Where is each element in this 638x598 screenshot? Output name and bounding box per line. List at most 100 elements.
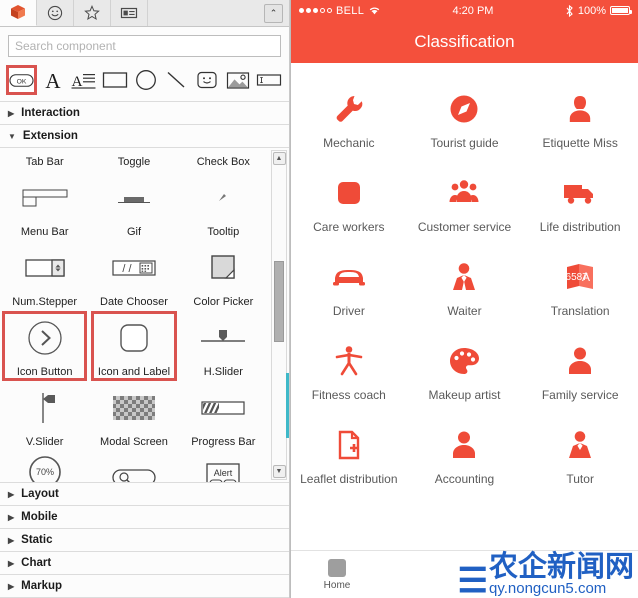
service-label: Leaflet distribution: [300, 472, 398, 486]
service-label: Tutor: [566, 472, 594, 486]
navigation-bar: Classification: [291, 21, 638, 63]
component-tab-bar[interactable]: Tab Bar: [0, 148, 89, 170]
service-waiter[interactable]: Waiter: [407, 245, 523, 329]
search-box-icon: [89, 450, 178, 482]
battery-percent-label: 100%: [577, 4, 606, 17]
svg-text:OK: OK: [17, 78, 27, 85]
component-progress-bar[interactable]: Progress Bar: [179, 380, 268, 450]
carrier-label: BELL: [336, 4, 365, 17]
section-extension[interactable]: ▼ Extension: [0, 125, 289, 148]
chevron-right-icon: ▶: [8, 581, 15, 591]
service-label: Life distribution: [539, 220, 621, 234]
section-mobile[interactable]: ▶ Mobile: [0, 506, 289, 529]
component-label: Tooltip: [207, 226, 240, 238]
component-gif[interactable]: Gif: [89, 170, 178, 240]
star-icon: [84, 4, 100, 20]
service-accounting[interactable]: Accounting: [407, 413, 523, 497]
tab-components[interactable]: [0, 0, 37, 26]
service-tourist-guide[interactable]: Tourist guide: [407, 77, 523, 161]
tab-templates[interactable]: [111, 0, 148, 26]
section-label: Chart: [21, 557, 52, 569]
component-icon-and-label[interactable]: Icon and Label: [89, 310, 178, 381]
service-label: Waiter: [447, 304, 482, 318]
primitive-label[interactable]: A: [39, 65, 68, 95]
service-care-workers[interactable]: Care workers: [291, 161, 407, 245]
component-v-slider[interactable]: V.Slider: [0, 380, 89, 450]
component-label: Num.Stepper: [12, 296, 78, 308]
tab-favorites[interactable]: [74, 0, 111, 26]
section-label: Interaction: [21, 107, 80, 119]
service-customer-service[interactable]: Customer service: [407, 161, 523, 245]
panel-resize-accent[interactable]: [286, 373, 289, 438]
watermark: ☰ 农企新闻网 qy.nongcun5.com: [458, 553, 635, 598]
component-circular-progress-bar[interactable]: 70% Circular Progress Bar: [0, 450, 89, 482]
component-modal-screen[interactable]: Modal Screen: [89, 380, 178, 450]
primitive-icon[interactable]: [193, 65, 222, 95]
section-interaction[interactable]: ▶ Interaction: [0, 102, 289, 125]
num-stepper-icon: [0, 240, 89, 296]
section-label: Layout: [21, 488, 59, 500]
status-bar: BELL 4:20 PM 100%: [291, 0, 638, 21]
primitive-paragraph[interactable]: A: [70, 65, 99, 95]
service-leaflet-distribution[interactable]: Leaflet distribution: [291, 413, 407, 497]
watermark-text: 农企新闻网 qy.nongcun5.com: [489, 553, 634, 597]
compass-icon: [447, 88, 481, 130]
person-icon: [447, 424, 481, 466]
section-layout[interactable]: ▶ Layout: [0, 483, 289, 506]
service-makeup-artist[interactable]: Makeup artist: [407, 329, 523, 413]
component-menu-bar[interactable]: Menu Bar: [0, 170, 89, 240]
component-num-stepper[interactable]: Num.Stepper: [0, 240, 89, 310]
section-chart[interactable]: ▶ Chart: [0, 552, 289, 575]
card-icon: [120, 7, 138, 18]
tab-bar-icon: [0, 148, 89, 156]
component-search-box[interactable]: Search Box: [89, 450, 178, 482]
service-label: Care workers: [313, 220, 385, 234]
service-translation[interactable]: \u6587 A Translation: [522, 245, 638, 329]
scroll-up-button[interactable]: ▲: [272, 152, 286, 165]
chevron-right-icon: ▶: [8, 558, 15, 568]
collapse-panel-button[interactable]: ⌃: [264, 4, 283, 23]
section-markup[interactable]: ▶ Markup: [0, 575, 289, 598]
section-label: Static: [21, 534, 53, 546]
service-mechanic[interactable]: Mechanic: [291, 77, 407, 161]
component-color-picker[interactable]: Color Picker: [179, 240, 268, 310]
bottom-tab-bar: Home ☰ 农企新闻网 qy.nongcun5.com: [291, 550, 638, 598]
tab-faces[interactable]: [37, 0, 74, 26]
primitive-line[interactable]: [162, 65, 191, 95]
scrollbar-track[interactable]: [272, 166, 286, 464]
smiley-face-icon: [197, 71, 217, 89]
component-label: Progress Bar: [191, 436, 256, 448]
scrollbar-thumb[interactable]: [274, 261, 284, 342]
primitive-input[interactable]: [254, 65, 283, 95]
service-etiquette-miss[interactable]: Etiquette Miss: [522, 77, 638, 161]
component-alert-box[interactable]: Alert Alert Box: [179, 450, 268, 482]
primitive-ellipse[interactable]: [131, 65, 160, 95]
component-date-chooser[interactable]: / / Date Chooser: [89, 240, 178, 310]
service-family-service[interactable]: Family service: [522, 329, 638, 413]
primitive-image[interactable]: [224, 65, 253, 95]
service-driver[interactable]: Driver: [291, 245, 407, 329]
component-label: Menu Bar: [20, 226, 69, 238]
service-tutor[interactable]: Tutor: [522, 413, 638, 497]
service-label: Driver: [332, 304, 365, 318]
menu-bar-icon: [0, 170, 89, 226]
smiley-icon: [47, 5, 63, 20]
component-toggle[interactable]: Toggle: [89, 148, 178, 170]
component-library-panel: ⌃ OK A A: [0, 0, 290, 598]
service-life-distribution[interactable]: Life distribution: [522, 161, 638, 245]
search-input[interactable]: [8, 35, 281, 57]
service-label: Fitness coach: [311, 388, 386, 402]
extension-scrollbar[interactable]: ▲ ▼: [271, 150, 287, 480]
section-static[interactable]: ▶ Static: [0, 529, 289, 552]
service-fitness-coach[interactable]: Fitness coach: [291, 329, 407, 413]
tooltip-icon: [179, 170, 268, 226]
primitive-rectangle[interactable]: [101, 65, 130, 95]
circular-progress-bar-icon: 70%: [0, 450, 89, 482]
component-h-slider[interactable]: H.Slider: [179, 310, 268, 380]
primitive-button[interactable]: OK: [6, 65, 37, 95]
component-tooltip[interactable]: Tooltip: [179, 170, 268, 240]
component-check-box[interactable]: Check Box: [179, 148, 268, 170]
scroll-down-button[interactable]: ▼: [272, 465, 286, 478]
tab-item-home[interactable]: Home: [291, 558, 383, 591]
component-icon-button[interactable]: Icon Button: [0, 310, 89, 381]
